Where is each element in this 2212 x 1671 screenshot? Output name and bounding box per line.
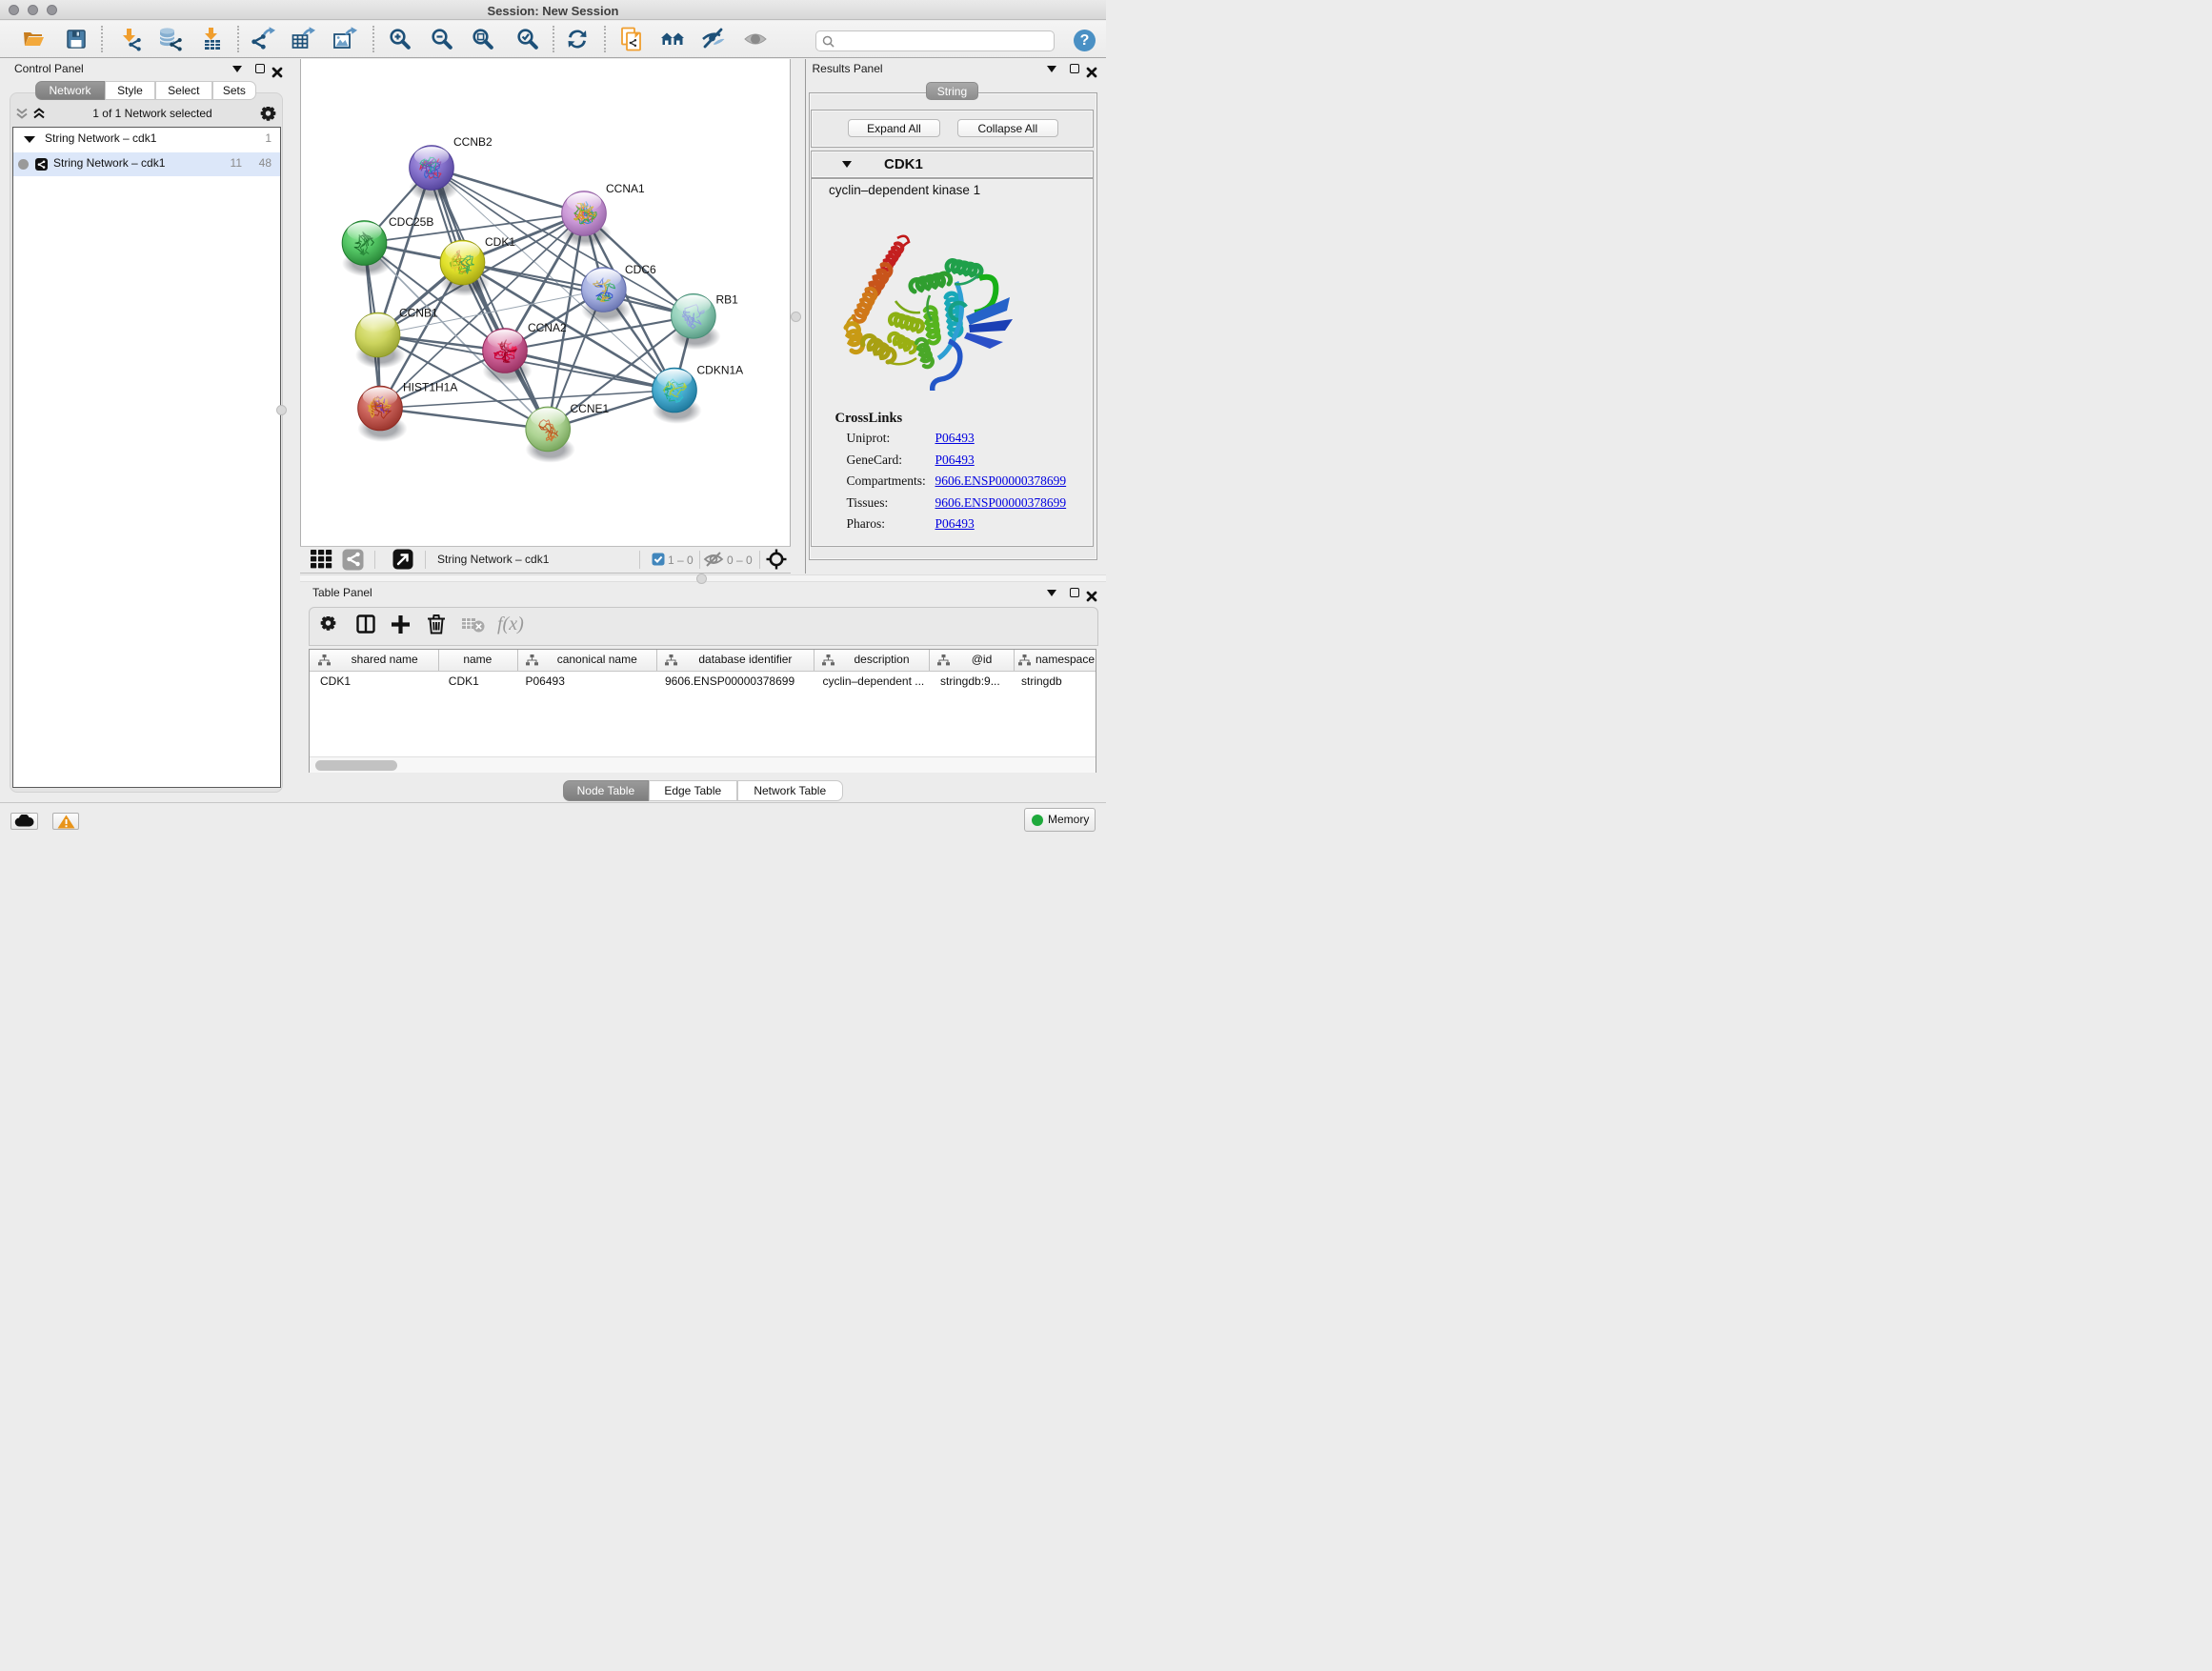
svg-text:CCNB1: CCNB1 [399, 307, 438, 320]
svg-text:CDC25B: CDC25B [389, 215, 433, 229]
svg-text:CCNA1: CCNA1 [606, 182, 645, 195]
svg-text:CCNB2: CCNB2 [453, 135, 493, 149]
svg-text:CDK1: CDK1 [485, 235, 515, 249]
svg-text:RB1: RB1 [716, 293, 739, 307]
svg-text:CCNE1: CCNE1 [571, 402, 610, 415]
svg-text:CDC6: CDC6 [625, 263, 656, 276]
svg-text:CCNA2: CCNA2 [528, 321, 567, 334]
svg-text:HIST1H1A: HIST1H1A [403, 381, 457, 394]
svg-text:CDKN1A: CDKN1A [697, 364, 744, 377]
